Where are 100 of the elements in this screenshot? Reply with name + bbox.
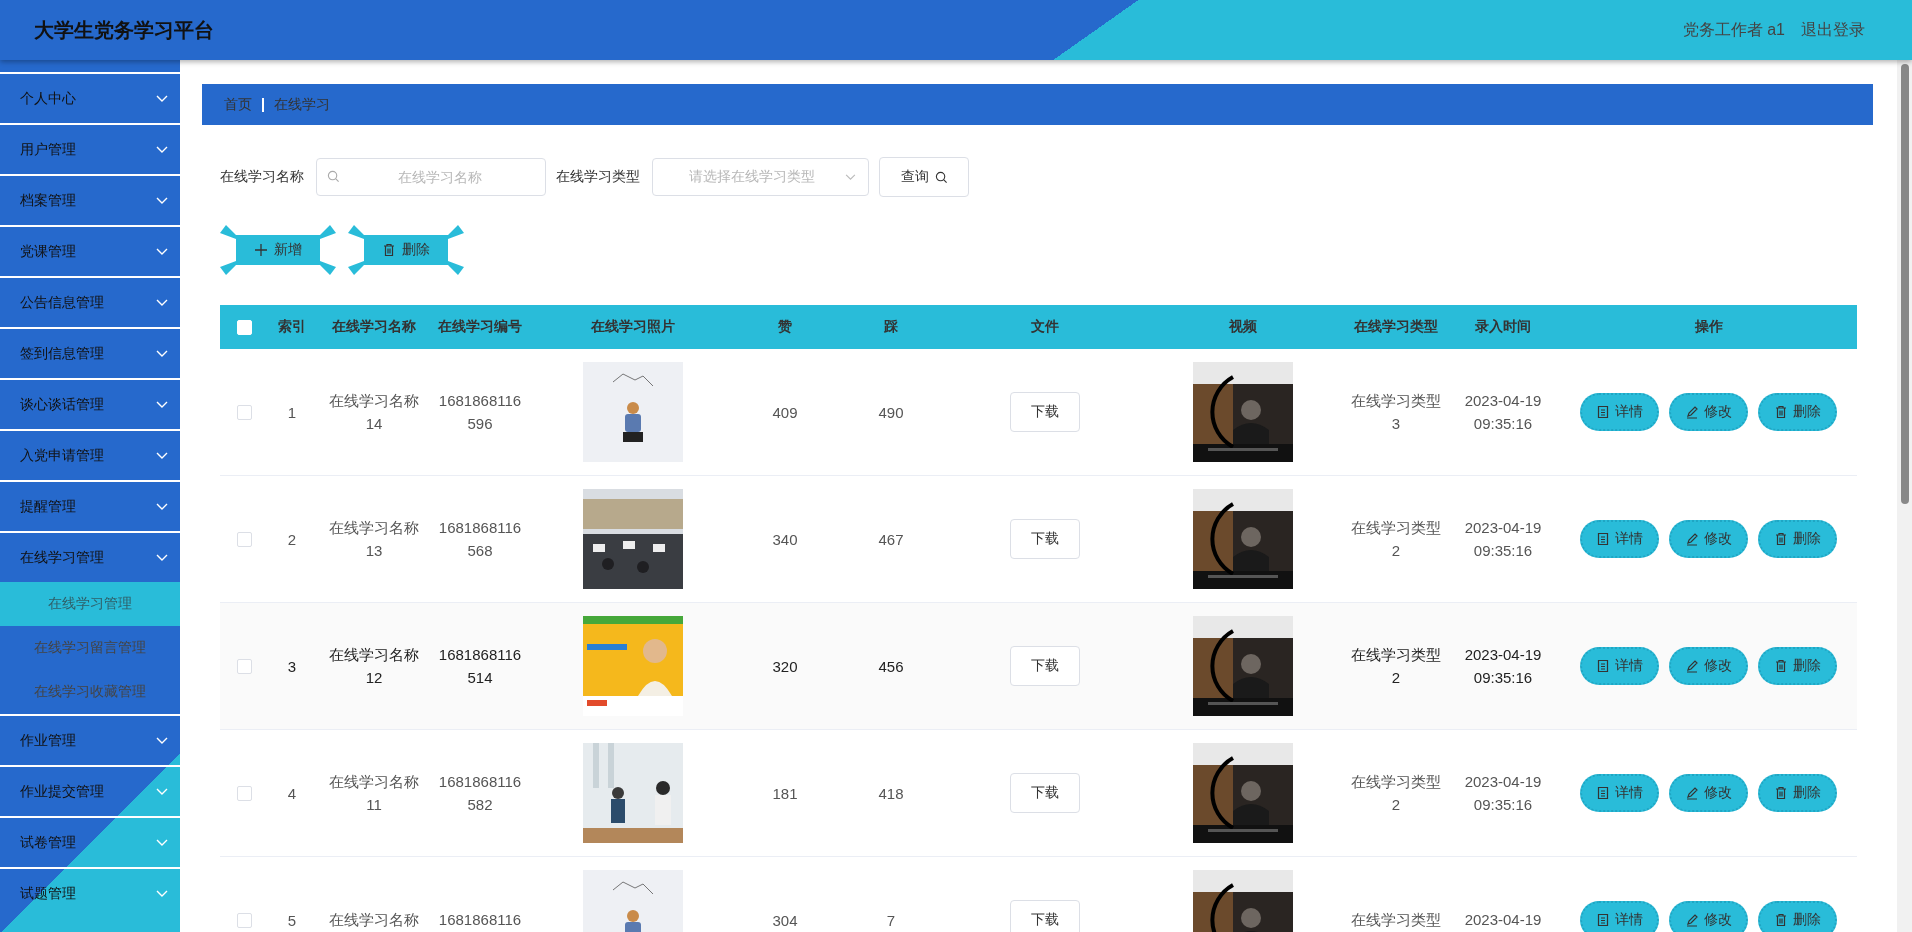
menu-item[interactable]: 用户管理	[0, 123, 180, 174]
chevron-down-icon	[156, 553, 168, 562]
add-button[interactable]: 新增	[220, 225, 336, 275]
table-cell-text: 1681868116 582	[438, 771, 522, 815]
column-header: 录入时间	[1475, 318, 1531, 336]
detail-button[interactable]: 详情	[1580, 393, 1659, 431]
table-cell-text: 在线学习类型	[1351, 910, 1441, 931]
table-cell-text: 2023-04-19 09:35:16	[1464, 771, 1542, 815]
delete-button[interactable]: 删除	[1758, 520, 1837, 558]
trash-icon	[1774, 786, 1788, 800]
app-title: 大学生党务学习平台	[34, 17, 214, 43]
logout-link[interactable]: 退出登录	[1801, 19, 1865, 41]
menu-item[interactable]: 签到信息管理	[0, 327, 180, 378]
menu-item[interactable]: 档案管理	[0, 174, 180, 225]
search-field[interactable]: 在线学习名称	[316, 158, 546, 196]
submenu-item[interactable]: 在线学习管理	[0, 582, 180, 626]
table-cell: 490	[878, 403, 904, 421]
table-cell-text: 2023-04-19 09:35:16	[1464, 644, 1542, 688]
menu-item[interactable]: 作业管理	[0, 714, 180, 765]
table-row[interactable]: 3 在线学习名称 12 1681868116 514 320 456 下载 在线学习类型 2 2023-04-19 09:35:16 详情 修改 删除	[220, 603, 1857, 730]
delete-button[interactable]: 删除	[1758, 774, 1837, 812]
document-icon	[1596, 532, 1610, 546]
menu-item[interactable]: 提醒管理	[0, 480, 180, 531]
trash-icon	[1774, 405, 1788, 419]
chevron-down-icon	[156, 349, 168, 358]
checkbox[interactable]	[236, 658, 252, 674]
edit-button[interactable]: 修改	[1669, 647, 1748, 685]
edit-button[interactable]: 修改	[1669, 520, 1748, 558]
table-cell: 4	[287, 784, 297, 802]
table-cell-text: 在线学习类型 2	[1351, 517, 1441, 561]
query-button[interactable]: 查询	[879, 157, 969, 197]
table-cell-text: 在线学习名称 13	[329, 517, 419, 561]
detail-button[interactable]: 详情	[1580, 647, 1659, 685]
checkbox[interactable]	[236, 785, 252, 801]
table-cell: 409	[772, 403, 798, 421]
menu-item[interactable]: 入党申请管理	[0, 429, 180, 480]
pencil-icon	[1685, 532, 1699, 546]
pencil-icon	[1685, 786, 1699, 800]
scrollbar[interactable]	[1897, 60, 1912, 932]
chevron-down-icon	[156, 787, 168, 796]
column-header: 赞	[778, 318, 792, 336]
menu-item[interactable]: 试卷管理	[0, 816, 180, 867]
menu-item[interactable]: 公告信息管理	[0, 276, 180, 327]
menu-item[interactable]: 个人中心	[0, 72, 180, 123]
checkbox[interactable]	[236, 531, 252, 547]
edit-button[interactable]: 修改	[1669, 393, 1748, 431]
checkbox[interactable]	[236, 404, 252, 420]
chevron-down-icon	[156, 298, 168, 307]
table-cell: 320	[772, 657, 798, 675]
download-button[interactable]: 下载	[1010, 773, 1080, 813]
checkbox[interactable]	[236, 912, 252, 928]
chevron-down-icon	[156, 196, 168, 205]
edit-button[interactable]: 修改	[1669, 901, 1748, 932]
search-icon	[327, 170, 340, 183]
menu-item[interactable]: 谈心谈话管理	[0, 378, 180, 429]
table-cell-text: 1681868116 514	[438, 644, 522, 688]
table-cell: 181	[772, 784, 798, 802]
table-row[interactable]: 2 在线学习名称 13 1681868116 568 340 467 下载 在线学习类型 2 2023-04-19 09:35:16 详情 修改 删除	[220, 476, 1857, 603]
column-header: 在线学习名称	[332, 318, 416, 336]
delete-button[interactable]: 删除	[1758, 647, 1837, 685]
detail-button[interactable]: 详情	[1580, 774, 1659, 812]
table-cell-text: 2023-04-19 09:35:16	[1464, 517, 1542, 561]
menu-item[interactable]: 试题管理	[0, 867, 180, 918]
menu-item[interactable]: 作业提交管理	[0, 765, 180, 816]
detail-button[interactable]: 详情	[1580, 901, 1659, 932]
plus-icon	[254, 243, 268, 257]
breadcrumb-item: 在线学习	[274, 95, 330, 114]
table-row[interactable]: 4 在线学习名称 11 1681868116 582 181 418 下载 在线学习类型 2 2023-04-19 09:35:16 详情 修改 删除	[220, 730, 1857, 857]
table-cell-text: 1681868116 568	[438, 517, 522, 561]
table-cell: 7	[886, 911, 896, 929]
table-cell: 340	[772, 530, 798, 548]
edit-button[interactable]: 修改	[1669, 774, 1748, 812]
table-cell-text: 2023-04-19 09:35:16	[1464, 390, 1542, 434]
chevron-down-icon	[156, 451, 168, 460]
table-cell-text: 在线学习名称 12	[329, 644, 419, 688]
column-header: 在线学习照片	[591, 318, 675, 336]
table-cell: 1	[287, 403, 297, 421]
column-header: 视频	[1229, 318, 1257, 336]
table-row[interactable]: 5 在线学习名称 1681868116 304 7 下载 在线学习类型 2023-04-19 详情 修改 删除	[220, 857, 1857, 932]
detail-button[interactable]: 详情	[1580, 520, 1659, 558]
chevron-down-icon	[156, 838, 168, 847]
table-cell-text: 在线学习名称	[329, 910, 419, 931]
download-button[interactable]: 下载	[1010, 519, 1080, 559]
table-row[interactable]: 1 在线学习名称 14 1681868116 596 409 490 下载 在线学习类型 3 2023-04-19 09:35:16 详情 修改 删除	[220, 349, 1857, 476]
download-button[interactable]: 下载	[1010, 392, 1080, 432]
menu-item[interactable]: 党课管理	[0, 225, 180, 276]
chevron-down-icon	[156, 145, 168, 154]
table-cell: 304	[772, 911, 798, 929]
download-button[interactable]: 下载	[1010, 646, 1080, 686]
document-icon	[1596, 913, 1610, 927]
chevron-down-icon	[156, 889, 168, 898]
delete-button[interactable]: 删除	[1758, 393, 1837, 431]
table-cell: 3	[287, 657, 297, 675]
table-cell-text: 1681868116	[438, 910, 522, 931]
field-label: 在线学习名称	[220, 168, 304, 186]
user-name: 党务工作者 a1	[1682, 19, 1785, 40]
download-button[interactable]: 下载	[1010, 900, 1080, 932]
column-header: 操作	[1694, 318, 1723, 336]
delete-button[interactable]: 删除	[348, 225, 464, 275]
delete-button[interactable]: 删除	[1758, 901, 1837, 932]
